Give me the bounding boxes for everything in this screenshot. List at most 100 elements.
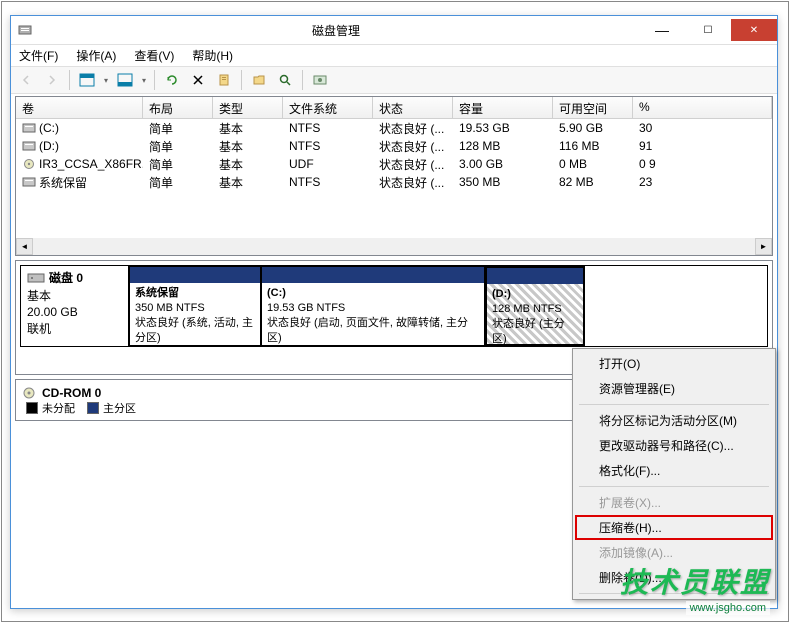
scroll-right-button[interactable]: ► xyxy=(755,238,772,255)
col-percent[interactable]: % xyxy=(633,97,772,118)
partition-header xyxy=(130,267,260,283)
table-row[interactable]: IR3_CCSA_X86FR...简单基本UDF状态良好 (...3.00 GB… xyxy=(16,155,772,173)
settings-button[interactable] xyxy=(309,69,331,91)
col-filesystem[interactable]: 文件系统 xyxy=(283,97,373,118)
minimize-button[interactable]: — xyxy=(639,19,685,41)
cell-capacity: 19.53 GB xyxy=(453,120,553,136)
col-layout[interactable]: 布局 xyxy=(143,97,213,118)
partition-header xyxy=(262,267,484,283)
partition[interactable]: (D:)128 MB NTFS状态良好 (主分区) xyxy=(485,266,585,346)
app-icon xyxy=(17,22,33,38)
cell-layout: 简单 xyxy=(143,155,213,174)
disk-row: 磁盘 0 基本 20.00 GB 联机 系统保留350 MB NTFS状态良好 … xyxy=(20,265,768,347)
close-button[interactable]: ✕ xyxy=(731,19,777,41)
ctx-explorer[interactable]: 资源管理器(E) xyxy=(575,376,773,401)
partition-size: 19.53 GB NTFS xyxy=(267,301,479,316)
cell-percent: 30 xyxy=(633,120,772,136)
partition-size: 128 MB NTFS xyxy=(492,302,578,317)
col-freespace[interactable]: 可用空间 xyxy=(553,97,633,118)
view-bottom-button[interactable] xyxy=(114,69,136,91)
menu-view[interactable]: 查看(V) xyxy=(130,45,178,66)
titlebar[interactable]: 磁盘管理 — ☐ ✕ xyxy=(11,16,777,44)
cell-percent: 23 xyxy=(633,174,772,190)
ctx-format[interactable]: 格式化(F)... xyxy=(575,458,773,483)
ctx-mark-active[interactable]: 将分区标记为活动分区(M) xyxy=(575,408,773,433)
cell-capacity: 128 MB xyxy=(453,138,553,154)
cell-layout: 简单 xyxy=(143,119,213,138)
cell-status: 状态良好 (... xyxy=(373,173,453,192)
disk-size: 20.00 GB xyxy=(27,305,122,319)
forward-button[interactable] xyxy=(41,69,63,91)
col-capacity[interactable]: 容量 xyxy=(453,97,553,118)
volume-list[interactable]: 卷 布局 类型 文件系统 状态 容量 可用空间 % (C:)简单基本NTFS状态… xyxy=(15,96,773,256)
view-top-button[interactable] xyxy=(76,69,98,91)
maximize-button[interactable]: ☐ xyxy=(685,19,731,41)
cell-volume: IR3_CCSA_X86FR... xyxy=(39,157,143,171)
cell-volume: (D:) xyxy=(39,139,59,153)
partition[interactable]: (C:)19.53 GB NTFS状态良好 (启动, 页面文件, 故障转储, 主… xyxy=(261,266,485,346)
disk-info-panel[interactable]: 磁盘 0 基本 20.00 GB 联机 xyxy=(21,266,129,346)
col-status[interactable]: 状态 xyxy=(373,97,453,118)
cell-status: 状态良好 (... xyxy=(373,119,453,138)
cell-filesystem: UDF xyxy=(283,156,373,172)
disk-icon xyxy=(27,271,45,285)
cell-percent: 0 9 xyxy=(633,156,772,172)
partition-name: (C:) xyxy=(267,286,479,301)
drive-icon xyxy=(22,140,36,152)
table-header: 卷 布局 类型 文件系统 状态 容量 可用空间 % xyxy=(16,97,772,119)
drive-icon xyxy=(22,176,36,188)
delete-button[interactable] xyxy=(187,69,209,91)
legend-primary: 主分区 xyxy=(103,400,136,416)
scroll-left-button[interactable]: ◄ xyxy=(16,238,33,255)
cell-free: 82 MB xyxy=(553,174,633,190)
disk-type: 基本 xyxy=(27,287,122,304)
cell-layout: 简单 xyxy=(143,173,213,192)
col-type[interactable]: 类型 xyxy=(213,97,283,118)
cell-type: 基本 xyxy=(213,137,283,156)
partition-name: (D:) xyxy=(492,287,578,302)
table-row[interactable]: (D:)简单基本NTFS状态良好 (...128 MB116 MB91 xyxy=(16,137,772,155)
cell-capacity: 350 MB xyxy=(453,174,553,190)
partition-header xyxy=(487,268,583,284)
menu-action[interactable]: 操作(A) xyxy=(72,45,120,66)
properties-button[interactable] xyxy=(213,69,235,91)
partition[interactable]: 系统保留350 MB NTFS状态良好 (系统, 活动, 主分区) xyxy=(129,266,261,346)
cell-filesystem: NTFS xyxy=(283,120,373,136)
find-button[interactable] xyxy=(274,69,296,91)
partition-name: 系统保留 xyxy=(135,286,255,301)
view-bottom-dropdown[interactable]: ▾ xyxy=(140,69,148,91)
open-button[interactable] xyxy=(248,69,270,91)
cell-status: 状态良好 (... xyxy=(373,137,453,156)
disk-status: 联机 xyxy=(27,320,122,337)
table-row[interactable]: 系统保留 简单基本NTFS状态良好 (...350 MB82 MB23 xyxy=(16,173,772,191)
watermark: 技术员联盟 www.jsgho.com xyxy=(620,561,770,615)
partition-size: 350 MB NTFS xyxy=(135,301,255,316)
cell-layout: 简单 xyxy=(143,137,213,156)
menu-file[interactable]: 文件(F) xyxy=(15,45,62,66)
menu-help[interactable]: 帮助(H) xyxy=(188,45,237,66)
cell-type: 基本 xyxy=(213,173,283,192)
menubar: 文件(F) 操作(A) 查看(V) 帮助(H) xyxy=(11,44,777,66)
ctx-open[interactable]: 打开(O) xyxy=(575,351,773,376)
view-top-dropdown[interactable]: ▾ xyxy=(102,69,110,91)
col-volume[interactable]: 卷 xyxy=(16,97,143,118)
toolbar: ▾ ▾ xyxy=(11,66,777,94)
legend-unallocated-swatch xyxy=(26,402,38,414)
cell-volume: 系统保留 xyxy=(39,174,87,191)
cell-status: 状态良好 (... xyxy=(373,155,453,174)
cell-capacity: 3.00 GB xyxy=(453,156,553,172)
cell-type: 基本 xyxy=(213,155,283,174)
drive-icon xyxy=(22,122,36,134)
ctx-shrink[interactable]: 压缩卷(H)... xyxy=(575,515,773,540)
table-row[interactable]: (C:)简单基本NTFS状态良好 (...19.53 GB5.90 GB30 xyxy=(16,119,772,137)
cell-filesystem: NTFS xyxy=(283,174,373,190)
legend-unallocated: 未分配 xyxy=(42,400,75,416)
horizontal-scrollbar[interactable]: ◄ ► xyxy=(16,238,772,255)
watermark-url: www.jsgho.com xyxy=(686,601,770,615)
ctx-change-drive[interactable]: 更改驱动器号和路径(C)... xyxy=(575,433,773,458)
watermark-text: 技术员联盟 xyxy=(620,561,770,601)
window-title: 磁盘管理 xyxy=(33,22,639,39)
refresh-button[interactable] xyxy=(161,69,183,91)
partition-status: 状态良好 (启动, 页面文件, 故障转储, 主分区) xyxy=(267,316,479,346)
back-button[interactable] xyxy=(15,69,37,91)
